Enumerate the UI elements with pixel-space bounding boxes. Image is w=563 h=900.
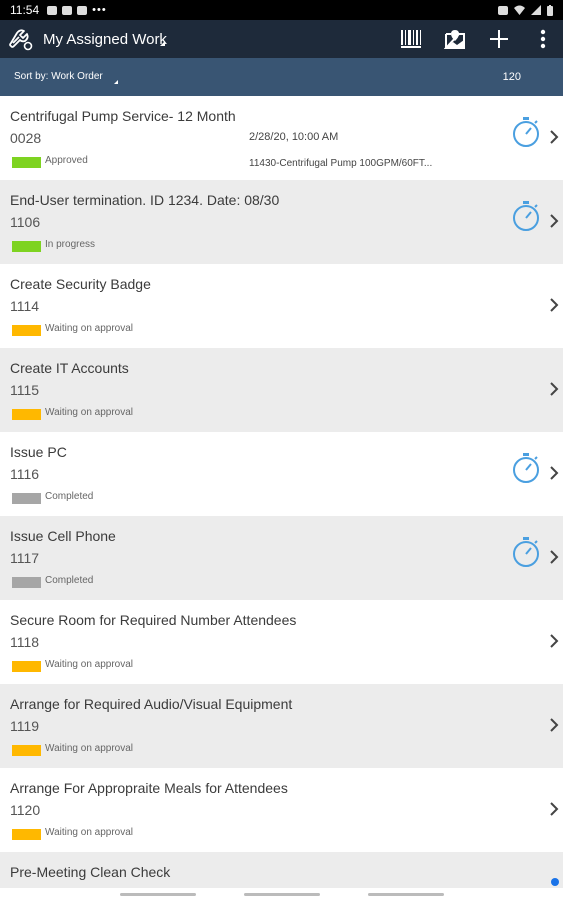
work-order-row[interactable]: Create Security Badge 1114 Waiting on ap… xyxy=(0,264,563,348)
work-order-id: 1117 xyxy=(10,550,40,566)
navigation-bar xyxy=(0,878,563,900)
nav-handle xyxy=(120,893,196,896)
barcode-scan-button[interactable] xyxy=(398,26,424,52)
logo-icon[interactable] xyxy=(8,27,34,51)
chevron-right-icon[interactable] xyxy=(549,634,559,648)
nav-handle xyxy=(368,893,444,896)
work-order-row[interactable]: Arrange For Appropraite Meals for Attend… xyxy=(0,768,563,852)
page-title[interactable]: My Assigned Work xyxy=(43,31,167,48)
map-button[interactable] xyxy=(442,26,468,52)
status-color-indicator xyxy=(12,577,41,588)
work-order-id: 1118 xyxy=(10,634,40,650)
status-color-indicator xyxy=(12,325,41,336)
sync-icon xyxy=(498,5,508,15)
work-order-row[interactable]: End-User termination. ID 1234. Date: 08/… xyxy=(0,180,563,264)
work-order-row[interactable]: Create IT Accounts 1115 Waiting on appro… xyxy=(0,348,563,432)
status-bar: 11:54 ••• xyxy=(0,0,563,20)
work-order-id: 1116 xyxy=(10,466,40,482)
chevron-right-icon[interactable] xyxy=(549,214,559,228)
stopwatch-icon[interactable] xyxy=(510,116,542,148)
status-color-indicator xyxy=(12,157,41,168)
status-label: Waiting on approval xyxy=(45,323,134,334)
work-order-title: Issue Cell Phone xyxy=(10,528,116,544)
work-order-id: 1106 xyxy=(10,214,41,230)
notification-dot-icon xyxy=(551,878,559,886)
status-time: 11:54 xyxy=(10,3,40,17)
work-order-id: 0028 xyxy=(10,130,42,146)
work-order-title: Centrifugal Pump Service- 12 Month xyxy=(10,108,236,124)
chevron-right-icon[interactable] xyxy=(549,466,559,480)
work-order-title: Create Security Badge xyxy=(10,276,151,292)
work-order-title: Create IT Accounts xyxy=(10,360,129,376)
sort-dropdown[interactable]: Sort by: Work Order xyxy=(14,71,103,82)
work-order-row[interactable]: Issue Cell Phone 1117 Completed xyxy=(0,516,563,600)
more-options-button[interactable] xyxy=(530,26,556,52)
status-label: Waiting on approval xyxy=(45,827,134,838)
work-order-title: Secure Room for Required Number Attendee… xyxy=(10,612,297,628)
chevron-right-icon[interactable] xyxy=(549,550,559,564)
stopwatch-icon[interactable] xyxy=(510,536,542,568)
more-vert-icon xyxy=(540,29,546,49)
status-color-indicator xyxy=(12,745,41,756)
add-button[interactable] xyxy=(486,26,512,52)
status-label: In progress xyxy=(45,239,96,250)
app-bar: My Assigned Work xyxy=(0,20,563,58)
work-order-title: Arrange For Appropraite Meals for Attend… xyxy=(10,780,288,796)
more-notifications-icon: ••• xyxy=(92,4,107,16)
work-order-title: Issue PC xyxy=(10,444,67,460)
status-label: Waiting on approval xyxy=(45,743,134,754)
work-order-id: 1114 xyxy=(10,298,40,314)
nav-handle xyxy=(244,893,320,896)
status-label: Completed xyxy=(45,575,94,586)
title-dropdown-icon[interactable] xyxy=(160,41,165,46)
asset-description: 11430-Centrifugal Pump 100GPM/60FT... xyxy=(249,158,433,169)
sort-bar: Sort by: Work Order 120 xyxy=(0,58,563,96)
barcode-icon xyxy=(401,30,421,48)
notification-icon xyxy=(62,5,73,15)
status-label: Waiting on approval xyxy=(45,659,134,670)
system-icons xyxy=(498,4,553,16)
add-icon xyxy=(490,30,508,48)
work-order-row[interactable]: Secure Room for Required Number Attendee… xyxy=(0,600,563,684)
chevron-right-icon[interactable] xyxy=(549,718,559,732)
work-order-list: Centrifugal Pump Service- 12 Month 0028 … xyxy=(0,96,563,888)
record-count: 120 xyxy=(502,71,521,83)
wifi-icon xyxy=(514,5,525,15)
work-order-row[interactable]: Issue PC 1116 Completed xyxy=(0,432,563,516)
notification-icon xyxy=(77,5,88,15)
work-order-id: 1115 xyxy=(10,382,40,398)
work-order-title: Pre-Meeting Clean Check xyxy=(10,864,171,880)
status-label: Completed xyxy=(45,491,94,502)
notification-icon xyxy=(47,5,58,15)
work-order-title: Arrange for Required Audio/Visual Equipm… xyxy=(10,696,293,712)
status-label: Approved xyxy=(45,155,88,166)
chevron-right-icon[interactable] xyxy=(549,130,559,144)
chevron-right-icon[interactable] xyxy=(549,298,559,312)
map-icon xyxy=(444,30,465,49)
work-order-id: 1120 xyxy=(10,802,41,818)
work-order-row[interactable]: Arrange for Required Audio/Visual Equipm… xyxy=(0,684,563,768)
work-order-row[interactable]: Pre-Meeting Clean Check 1121 xyxy=(0,852,563,888)
work-order-row[interactable]: Centrifugal Pump Service- 12 Month 0028 … xyxy=(0,96,563,180)
chevron-right-icon[interactable] xyxy=(549,382,559,396)
status-color-indicator xyxy=(12,829,41,840)
status-label: Waiting on approval xyxy=(45,407,134,418)
battery-icon xyxy=(547,4,553,16)
sort-dropdown-icon[interactable] xyxy=(114,80,118,84)
work-order-title: End-User termination. ID 1234. Date: 08/… xyxy=(10,192,280,208)
status-color-indicator xyxy=(12,241,41,252)
status-color-indicator xyxy=(12,661,41,672)
scheduled-date: 2/28/20, 10:00 AM xyxy=(249,131,339,143)
signal-icon xyxy=(531,5,541,15)
status-color-indicator xyxy=(12,409,41,420)
stopwatch-icon[interactable] xyxy=(510,452,542,484)
work-order-id: 1119 xyxy=(10,718,40,734)
chevron-right-icon[interactable] xyxy=(549,802,559,816)
status-color-indicator xyxy=(12,493,41,504)
stopwatch-icon[interactable] xyxy=(510,200,542,232)
notification-icons: ••• xyxy=(47,4,107,16)
